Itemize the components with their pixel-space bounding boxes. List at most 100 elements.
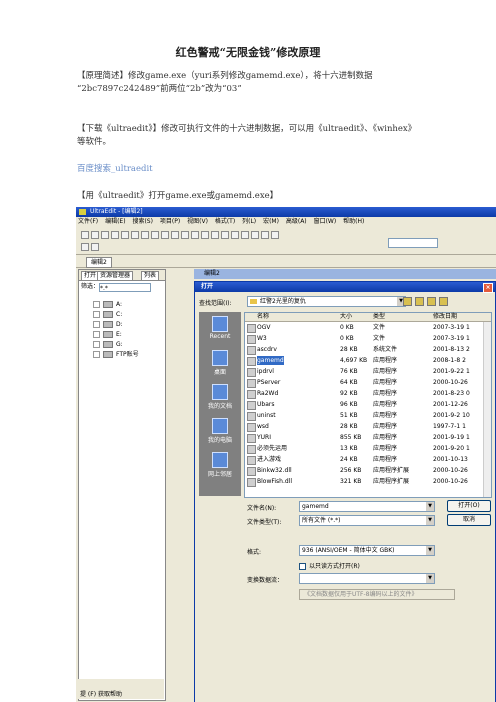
browser-icon[interactable] bbox=[211, 231, 219, 239]
menu-view[interactable]: 视图(V) bbox=[187, 218, 208, 225]
column-type[interactable]: 类型 bbox=[373, 313, 385, 321]
document-tab[interactable]: 编辑2 bbox=[86, 257, 112, 268]
place-recent[interactable]: Recent bbox=[199, 316, 241, 340]
file-row[interactable]: 进入游戏 24 KB 应用程序 2001-10-13 bbox=[245, 455, 483, 465]
menu-macro[interactable]: 宏(M) bbox=[263, 218, 279, 225]
expand-icon[interactable] bbox=[93, 341, 100, 348]
cut-icon[interactable] bbox=[121, 231, 129, 239]
column-name[interactable]: 名称 bbox=[257, 313, 269, 321]
file-row[interactable]: W3 0 KB 文件 2007-3-19 1 bbox=[245, 334, 483, 344]
column-mode-icon[interactable] bbox=[81, 243, 89, 251]
file-date: 2001-8-23 0 bbox=[433, 390, 470, 397]
place-network[interactable]: 网上邻居 bbox=[199, 452, 241, 478]
file-row[interactable]: Binkw32.dll 256 KB 应用程序扩展 2000-10-26 bbox=[245, 466, 483, 476]
filename-input[interactable]: gamemd ▼ bbox=[299, 501, 435, 512]
tool-icon[interactable] bbox=[261, 231, 269, 239]
bookmark-icon[interactable] bbox=[91, 243, 99, 251]
expand-icon[interactable] bbox=[93, 321, 100, 328]
column-date[interactable]: 修改日期 bbox=[433, 313, 457, 321]
place-desktop[interactable]: 桌面 bbox=[199, 350, 241, 376]
help-icon[interactable] bbox=[271, 231, 279, 239]
tab-list[interactable]: 列表 bbox=[141, 271, 160, 281]
compare-icon[interactable] bbox=[231, 231, 239, 239]
baidu-search-link[interactable]: 百度搜索_ultraedit bbox=[77, 163, 153, 175]
menu-edit[interactable]: 编辑(E) bbox=[105, 218, 125, 225]
back-icon[interactable] bbox=[403, 297, 412, 306]
drive-d[interactable]: D: bbox=[93, 320, 123, 329]
view-menu-icon[interactable] bbox=[439, 297, 448, 306]
search-combo[interactable] bbox=[388, 238, 438, 248]
tab-explorer[interactable]: 资源管理器 bbox=[97, 271, 134, 281]
look-in-value: 红警2光里的复仇 bbox=[260, 298, 306, 305]
expand-icon[interactable] bbox=[93, 331, 100, 338]
place-my-documents[interactable]: 我的文档 bbox=[199, 384, 241, 410]
checkbox-icon[interactable] bbox=[299, 563, 306, 570]
drive-c[interactable]: C: bbox=[93, 310, 122, 319]
menu-advanced[interactable]: 高级(A) bbox=[286, 218, 307, 225]
up-folder-icon[interactable] bbox=[415, 297, 424, 306]
file-row[interactable]: BlowFish.dll 321 KB 应用程序扩展 2000-10-26 bbox=[245, 477, 483, 487]
format-select[interactable]: 936 (ANSI/OEM - 简体中文 GBK) ▼ bbox=[299, 545, 435, 556]
close-icon[interactable]: × bbox=[483, 283, 493, 293]
expand-icon[interactable] bbox=[93, 351, 100, 358]
drive-g[interactable]: G: bbox=[93, 340, 123, 349]
file-row[interactable]: ipdrvl 76 KB 应用程序 2001-9-22 1 bbox=[245, 367, 483, 377]
undo-icon[interactable] bbox=[151, 231, 159, 239]
menu-project[interactable]: 项目(P) bbox=[160, 218, 180, 225]
paste-icon[interactable] bbox=[141, 231, 149, 239]
chevron-down-icon[interactable]: ▼ bbox=[426, 516, 434, 525]
chevron-down-icon[interactable]: ▼ bbox=[426, 502, 434, 511]
macro-icon[interactable] bbox=[251, 231, 259, 239]
file-date: 2007-3-19 1 bbox=[433, 335, 470, 342]
look-in-select[interactable]: 红警2光里的复仇 ▼ bbox=[247, 296, 406, 307]
expand-icon[interactable] bbox=[93, 301, 100, 308]
file-row[interactable]: Ubars 96 KB 应用程序 2001-12-26 bbox=[245, 400, 483, 410]
file-row[interactable]: Ra2Wd 92 KB 应用程序 2001-8-23 0 bbox=[245, 389, 483, 399]
vertical-scrollbar[interactable] bbox=[483, 322, 491, 497]
conversion-select[interactable]: ▼ bbox=[299, 573, 435, 584]
menu-column[interactable]: 列(L) bbox=[242, 218, 256, 225]
copy-icon[interactable] bbox=[131, 231, 139, 239]
save-icon[interactable] bbox=[101, 231, 109, 239]
expand-icon[interactable] bbox=[93, 311, 100, 318]
filter-input[interactable]: *.* bbox=[99, 283, 151, 292]
filetype-select[interactable]: 所有文件 (*.*) ▼ bbox=[299, 515, 435, 526]
chevron-down-icon[interactable]: ▼ bbox=[426, 574, 434, 583]
spell-check-icon[interactable] bbox=[241, 231, 249, 239]
file-row[interactable]: uninst 51 KB 应用程序 2001-9-2 10 bbox=[245, 411, 483, 421]
cancel-button[interactable]: 取消 bbox=[447, 514, 491, 526]
drive-a[interactable]: A: bbox=[93, 300, 122, 309]
file-row[interactable]: PServer 64 KB 应用程序 2000-10-26 bbox=[245, 378, 483, 388]
redo-icon[interactable] bbox=[161, 231, 169, 239]
menu-format[interactable]: 格式(T) bbox=[215, 218, 235, 225]
file-date: 2001-9-20 1 bbox=[433, 445, 470, 452]
file-row[interactable]: OGV 0 KB 文件 2007-3-19 1 bbox=[245, 323, 483, 333]
ftp-accounts[interactable]: FTP账号 bbox=[93, 350, 139, 359]
file-row[interactable]: wsd 28 KB 应用程序 1997-7-1 1 bbox=[245, 422, 483, 432]
replace-icon[interactable] bbox=[181, 231, 189, 239]
open-button[interactable]: 打开(O) bbox=[447, 500, 491, 512]
menu-file[interactable]: 文件(F) bbox=[78, 218, 98, 225]
menu-search[interactable]: 搜索(S) bbox=[132, 218, 153, 225]
file-row[interactable]: gamemd 4,697 KB 应用程序 2008-1-8 2 bbox=[245, 356, 483, 366]
menu-window[interactable]: 窗口(W) bbox=[314, 218, 337, 225]
drive-label: E: bbox=[116, 331, 122, 338]
drive-e[interactable]: E: bbox=[93, 330, 122, 339]
file-row[interactable]: YURI 855 KB 应用程序 2001-9-19 1 bbox=[245, 433, 483, 443]
hex-mode-icon[interactable] bbox=[191, 231, 199, 239]
find-icon[interactable] bbox=[171, 231, 179, 239]
new-folder-icon[interactable] bbox=[427, 297, 436, 306]
new-file-icon[interactable] bbox=[81, 231, 89, 239]
file-row[interactable]: 必须先运用 13 KB 应用程序 2001-9-20 1 bbox=[245, 444, 483, 454]
place-my-computer[interactable]: 我的电脑 bbox=[199, 418, 241, 444]
column-size[interactable]: 大小 bbox=[340, 313, 352, 321]
word-wrap-icon[interactable] bbox=[201, 231, 209, 239]
print-icon[interactable] bbox=[111, 231, 119, 239]
help-tab[interactable]: 提 (F) 获取帮助 bbox=[80, 689, 122, 698]
chevron-down-icon[interactable]: ▼ bbox=[426, 546, 434, 555]
menu-help[interactable]: 帮助(H) bbox=[343, 218, 364, 225]
file-row[interactable]: ascdrv 28 KB 系统文件 2001-8-13 2 bbox=[245, 345, 483, 355]
open-file-icon[interactable] bbox=[91, 231, 99, 239]
ftp-icon[interactable] bbox=[221, 231, 229, 239]
readonly-checkbox[interactable]: 以只读方式打开(R) bbox=[299, 561, 360, 570]
